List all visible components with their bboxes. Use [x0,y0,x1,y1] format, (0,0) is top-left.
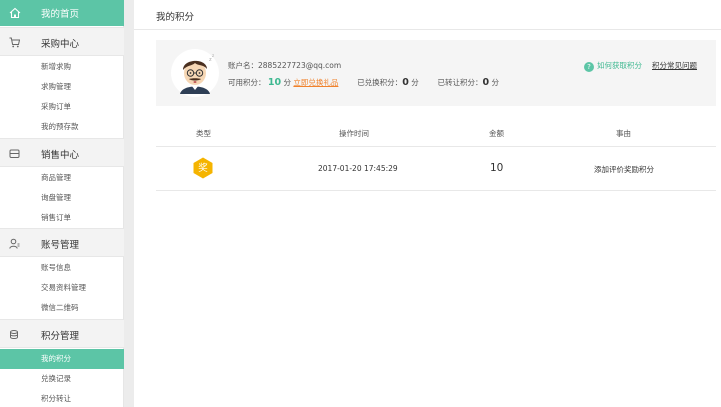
question-icon: ? [584,62,594,72]
section-label: 积分管理 [41,331,80,342]
sidebar-item-points-transfer[interactable]: 积分转让 [0,389,124,407]
row-type: 奖 [198,163,208,174]
main-panel: 我的积分 z z 账户名：2885227723@qq.com 可用积分： 10 … [134,0,721,407]
redeemed-label: 已兑换积分： [357,78,403,87]
coins-icon [10,330,18,339]
table-header-reason: 事由 [616,129,631,138]
divider [134,29,721,30]
how-to-earn-label: 如何获取积分 [597,61,642,70]
sidebar-item-label: 兑换记录 [41,374,71,383]
section-label: 采购中心 [41,39,80,50]
user-icon [9,238,20,249]
sidebar-section-purchase[interactable]: 采购中心 [0,27,124,56]
sidebar-item-label: 积分转让 [41,394,71,403]
available-label: 可用积分： [228,78,266,87]
transferred-label: 已转让积分： [437,78,483,87]
sidebar-section-points[interactable]: 积分管理 [0,319,124,348]
sidebar-item-request-manage[interactable]: 求购管理 [0,77,124,97]
sidebar-item-my-points[interactable]: 我的积分 [0,349,124,369]
page-title: 我的积分 [156,12,195,23]
sidebar-item-label: 询盘管理 [41,193,71,202]
table-divider [156,146,716,147]
layout-gap [125,0,134,407]
user-points-card: z z 账户名：2885227723@qq.com 可用积分： 10 分 立即兑… [156,40,716,106]
redeem-gift-link[interactable]: 立即兑换礼品 [293,78,338,87]
account-email: 2885227723@qq.com [258,61,342,70]
cart-icon [9,37,20,48]
sidebar-item-trade-docs[interactable]: 交易资料管理 [0,278,124,298]
redeemed-points: 0 [402,77,409,88]
sidebar-item-label: 微信二维码 [41,303,79,312]
sidebar-item-label: 新增求购 [41,62,71,71]
table-divider [156,190,716,191]
sidebar-item-label: 账号信息 [41,263,71,272]
points-summary: 可用积分： 10 分 立即兑换礼品 已兑换积分：0 分 已转让积分：0 分 [228,77,499,88]
svg-text:z: z [212,53,214,58]
row-reason: 添加评价奖励积分 [594,165,654,174]
sidebar-item-exchange-records[interactable]: 兑换记录 [0,369,124,389]
table-header-time: 操作时间 [339,129,369,138]
table-header-type: 类型 [196,129,211,138]
sidebar-item-products[interactable]: 商品管理 [0,168,124,188]
sidebar-section-sales[interactable]: 销售中心 [0,138,124,167]
row-time: 2017-01-20 17:45:29 [318,164,398,173]
points-unit: 分 [411,78,419,87]
sidebar-item-inquiries[interactable]: 询盘管理 [0,188,124,208]
sidebar-section-account[interactable]: 账号管理 [0,228,124,257]
sidebar: 我的首页 采购中心 新增求购 求购管理 采购订单 我的预存款 销售中心 商品管理… [0,0,124,407]
sidebar-item-sales-orders[interactable]: 销售订单 [0,208,124,228]
available-points: 10 [267,77,282,88]
sidebar-item-deposit[interactable]: 我的预存款 [0,117,124,137]
sidebar-item-label: 我的积分 [41,354,71,363]
how-to-earn-link[interactable]: ? 如何获取积分 [584,60,642,72]
sidebar-item-purchase-orders[interactable]: 采购订单 [0,97,124,117]
sidebar-item-label: 销售订单 [41,213,71,222]
row-amount: 10 [490,162,504,174]
sidebar-home-label: 我的首页 [41,9,80,20]
sidebar-item-new-request[interactable]: 新增求购 [0,57,124,77]
sidebar-home[interactable]: 我的首页 [0,0,124,26]
table-header-amount: 金额 [489,129,504,138]
section-label: 账号管理 [41,240,80,251]
transferred-points: 0 [482,77,490,88]
sidebar-item-account-info[interactable]: 账号信息 [0,258,124,278]
avatar: z z [171,49,219,97]
points-unit: 分 [283,78,292,87]
points-faq-link[interactable]: 积分常见问题 [652,60,697,71]
sidebar-item-label: 求购管理 [41,82,71,91]
sidebar-item-label: 采购订单 [41,102,71,111]
points-unit: 分 [491,78,500,87]
sidebar-item-wechat-qr[interactable]: 微信二维码 [0,298,124,318]
home-icon [9,7,21,19]
sidebar-item-label: 我的预存款 [41,122,79,131]
account-line: 账户名：2885227723@qq.com [228,60,341,71]
wallet-icon [9,149,20,158]
account-label: 账户名： [228,61,258,70]
sidebar-item-label: 商品管理 [41,173,71,182]
sidebar-item-label: 交易资料管理 [41,283,86,292]
section-label: 销售中心 [41,150,80,161]
